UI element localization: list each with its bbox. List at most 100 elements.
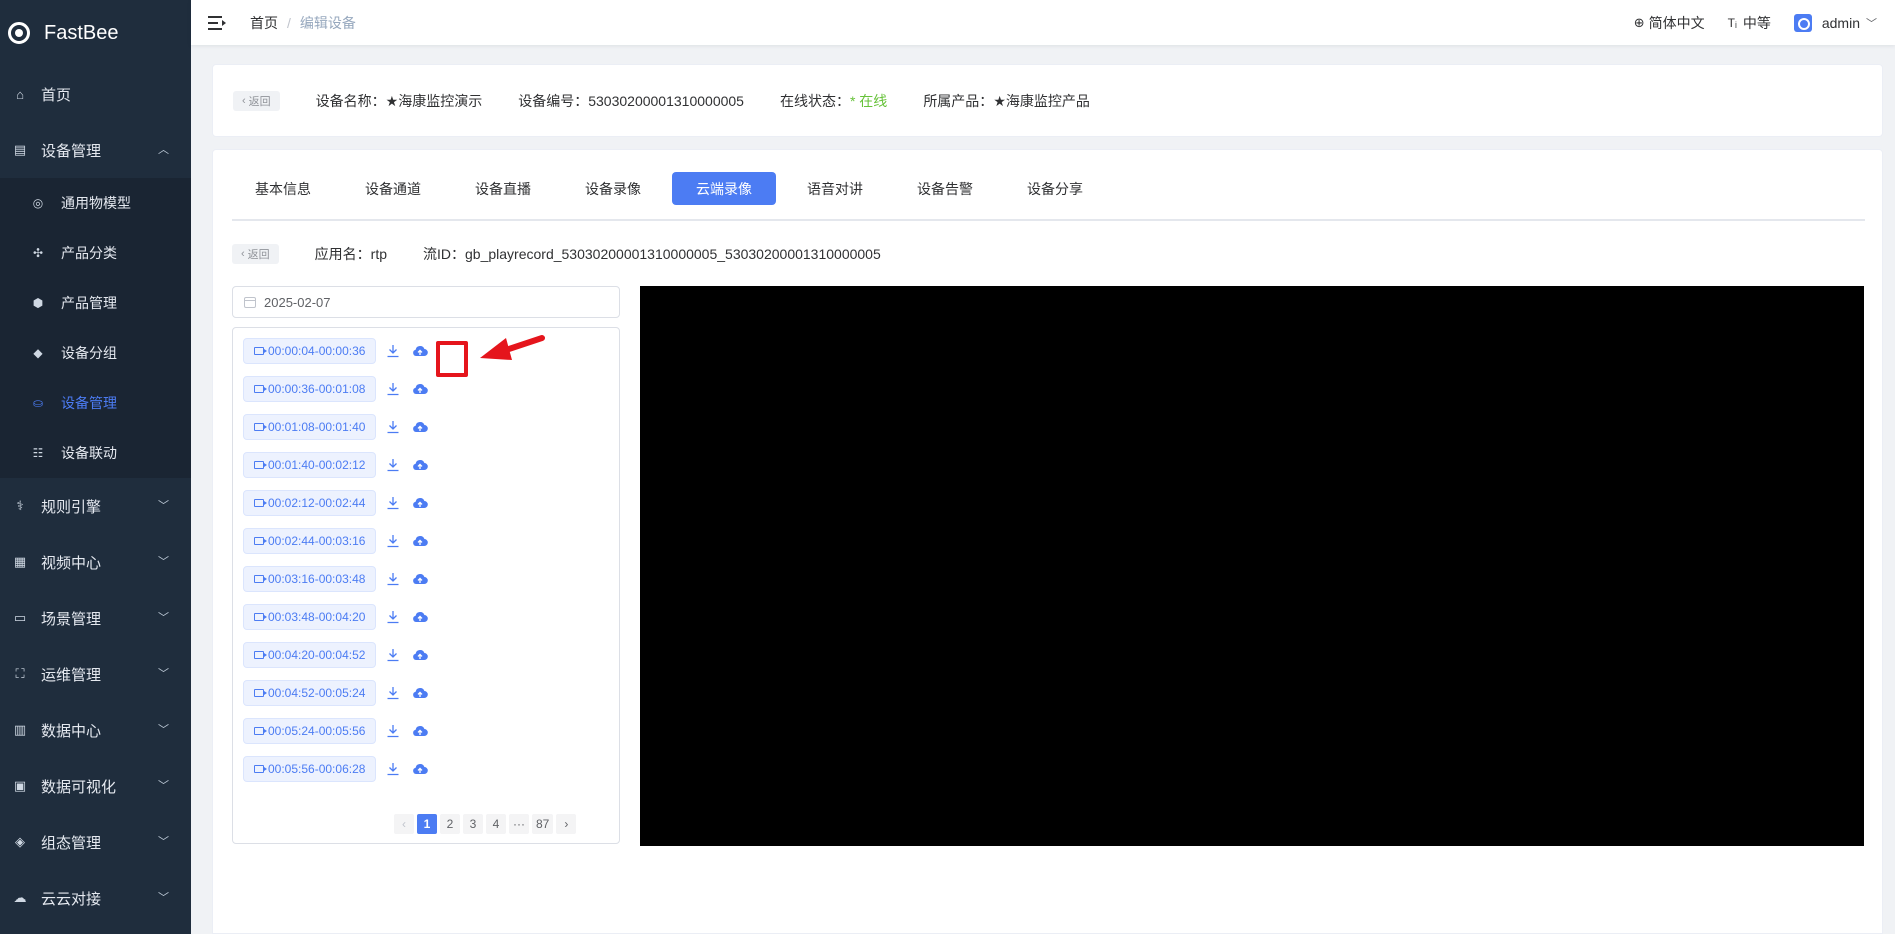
tab-5[interactable]: 语音对讲: [784, 172, 886, 205]
sidebar-subitem-0[interactable]: ◎ 通用物模型: [0, 178, 191, 228]
sidebar-item-data-visualization[interactable]: ▣ 数据可视化 ﹀: [0, 758, 191, 814]
sidebar-subitem-4[interactable]: ⛀ 设备管理: [0, 378, 191, 428]
sidebar-item-rule-engine[interactable]: ⚕ 规则引擎 ﹀: [0, 478, 191, 534]
sidebar-item-home[interactable]: ⌂ 首页: [0, 66, 191, 122]
page-number[interactable]: 4: [486, 814, 506, 834]
next-page-button[interactable]: ›: [556, 814, 577, 834]
record-play-button[interactable]: 00:03:48-00:04:20: [243, 604, 377, 630]
page-number[interactable]: 2: [440, 814, 460, 834]
sidebar-item-cloud-integration[interactable]: ☁ 云云对接 ﹀: [0, 870, 191, 926]
sidebar-item-scene-management[interactable]: ▭ 场景管理 ﹀: [0, 590, 191, 646]
server-icon: ▤: [13, 142, 27, 157]
record-play-button[interactable]: 00:05:24-00:05:56: [243, 718, 377, 744]
stream-back-button[interactable]: ‹ 返回: [232, 244, 279, 264]
cloud-upload-icon[interactable]: [412, 648, 429, 662]
cloud-upload-icon[interactable]: [412, 458, 429, 472]
video-player[interactable]: [640, 286, 1864, 846]
record-play-button[interactable]: 00:04:20-00:04:52: [243, 642, 377, 668]
sidebar-subitem-1[interactable]: ✣ 产品分类: [0, 228, 191, 278]
download-icon[interactable]: [386, 648, 400, 662]
record-play-button[interactable]: 00:04:52-00:05:24: [243, 680, 377, 706]
logo[interactable]: FastBee: [0, 0, 191, 66]
cloud-upload-icon[interactable]: [412, 496, 429, 510]
record-play-button[interactable]: 00:03:16-00:03:48: [243, 566, 377, 592]
cloud-upload-icon[interactable]: [412, 610, 429, 624]
record-row: 00:03:48-00:04:20: [243, 604, 429, 630]
cloud-upload-icon[interactable]: [412, 572, 429, 586]
cloud-upload-icon[interactable]: [412, 686, 429, 700]
back-button[interactable]: ‹ 返回: [233, 90, 280, 111]
page-number[interactable]: 1: [417, 814, 437, 834]
cloud-upload-icon[interactable]: [412, 534, 429, 548]
page-number[interactable]: 3: [463, 814, 483, 834]
download-icon[interactable]: [386, 382, 400, 396]
sidebar-subitem-label: 设备管理: [61, 395, 117, 411]
layers-icon: ◈: [15, 834, 25, 849]
bar-chart-icon: ▥: [13, 722, 27, 737]
sidebar-subitem-3[interactable]: ◆ 设备分组: [0, 328, 191, 378]
record-play-button[interactable]: 00:01:08-00:01:40: [243, 414, 377, 440]
tab-2[interactable]: 设备直播: [452, 172, 554, 205]
tab-3[interactable]: 设备录像: [562, 172, 664, 205]
prev-page-button[interactable]: ‹: [394, 814, 414, 834]
font-size-switch[interactable]: Tᵢ 中等: [1728, 13, 1771, 33]
tab-1[interactable]: 设备通道: [342, 172, 444, 205]
download-icon[interactable]: [386, 496, 400, 510]
font-size-label: 中等: [1742, 14, 1771, 31]
device-name: 设备名称：★海康监控演示: [315, 92, 483, 109]
breadcrumb-home[interactable]: 首页: [250, 13, 278, 33]
sidebar-item-configuration[interactable]: ◈ 组态管理 ﹀: [0, 814, 191, 870]
status-badge: * 在线: [849, 92, 888, 109]
record-play-button[interactable]: 00:00:04-00:00:36: [243, 338, 377, 364]
hamburger-icon[interactable]: [208, 15, 226, 30]
record-time-range: 00:02:44-00:03:16: [268, 534, 366, 548]
record-play-button[interactable]: 00:02:12-00:02:44: [243, 490, 377, 516]
sidebar-item-label: 运维管理: [41, 666, 102, 684]
record-play-button[interactable]: 00:02:44-00:03:16: [243, 528, 377, 554]
tab-4[interactable]: 云端录像: [672, 172, 776, 205]
device-product: 所属产品：★海康监控产品: [923, 92, 1090, 109]
download-icon[interactable]: [386, 686, 400, 700]
record-play-button[interactable]: 00:01:40-00:02:12: [243, 452, 377, 478]
download-icon[interactable]: [386, 420, 400, 434]
sidebar-item-ops-management[interactable]: ⛶ 运维管理 ﹀: [0, 646, 191, 702]
cloud-upload-icon[interactable]: [412, 344, 429, 358]
sidebar-subitem-5[interactable]: ☷ 设备联动: [0, 428, 191, 478]
page-number[interactable]: 87: [532, 814, 554, 834]
page-ellipsis[interactable]: ···: [509, 814, 529, 834]
download-icon[interactable]: [386, 724, 400, 738]
tab-7[interactable]: 设备分享: [1004, 172, 1106, 205]
record-row: 00:02:44-00:03:16: [243, 528, 429, 554]
sidebar-subitem-2[interactable]: ⬢ 产品管理: [0, 278, 191, 328]
linkage-icon: ☷: [32, 446, 44, 460]
download-icon[interactable]: [386, 458, 400, 472]
record-row: 00:04:20-00:04:52: [243, 642, 429, 668]
download-icon[interactable]: [386, 610, 400, 624]
download-icon[interactable]: [386, 572, 400, 586]
cloud-upload-icon[interactable]: [412, 762, 429, 776]
video-camera-icon: [254, 689, 267, 697]
home-icon: ⌂: [16, 86, 24, 102]
record-play-button[interactable]: 00:05:56-00:06:28: [243, 756, 377, 782]
sidebar-item-label: 设备管理: [41, 142, 102, 160]
font-size-icon: Tᵢ: [1727, 15, 1737, 30]
sidebar-item-video-center[interactable]: ▦ 视频中心 ﹀: [0, 534, 191, 590]
tab-6[interactable]: 设备告警: [894, 172, 996, 205]
video-camera-icon: [254, 461, 267, 469]
record-play-button[interactable]: 00:00:36-00:01:08: [243, 376, 377, 402]
user-menu[interactable]: admin ﹀: [1793, 13, 1877, 32]
download-icon[interactable]: [386, 534, 400, 548]
chevron-down-icon: ﹀: [158, 612, 169, 624]
cloud-upload-icon[interactable]: [412, 420, 429, 434]
sidebar-item-device-management[interactable]: ▤ 设备管理 ︿: [0, 122, 191, 178]
sidebar-item-data-center[interactable]: ▥ 数据中心 ﹀: [0, 702, 191, 758]
cloud-upload-icon[interactable]: [412, 382, 429, 396]
date-picker[interactable]: 2025-02-07: [232, 286, 620, 318]
sidebar-subitem-label: 设备联动: [61, 445, 117, 461]
download-icon[interactable]: [386, 762, 400, 776]
tab-0[interactable]: 基本信息: [232, 172, 334, 205]
language-switch[interactable]: ⊕ 简体中文: [1634, 13, 1705, 33]
download-icon[interactable]: [386, 344, 400, 358]
cloud-upload-icon[interactable]: [412, 724, 429, 738]
sidebar-item-label: 场景管理: [41, 610, 102, 628]
